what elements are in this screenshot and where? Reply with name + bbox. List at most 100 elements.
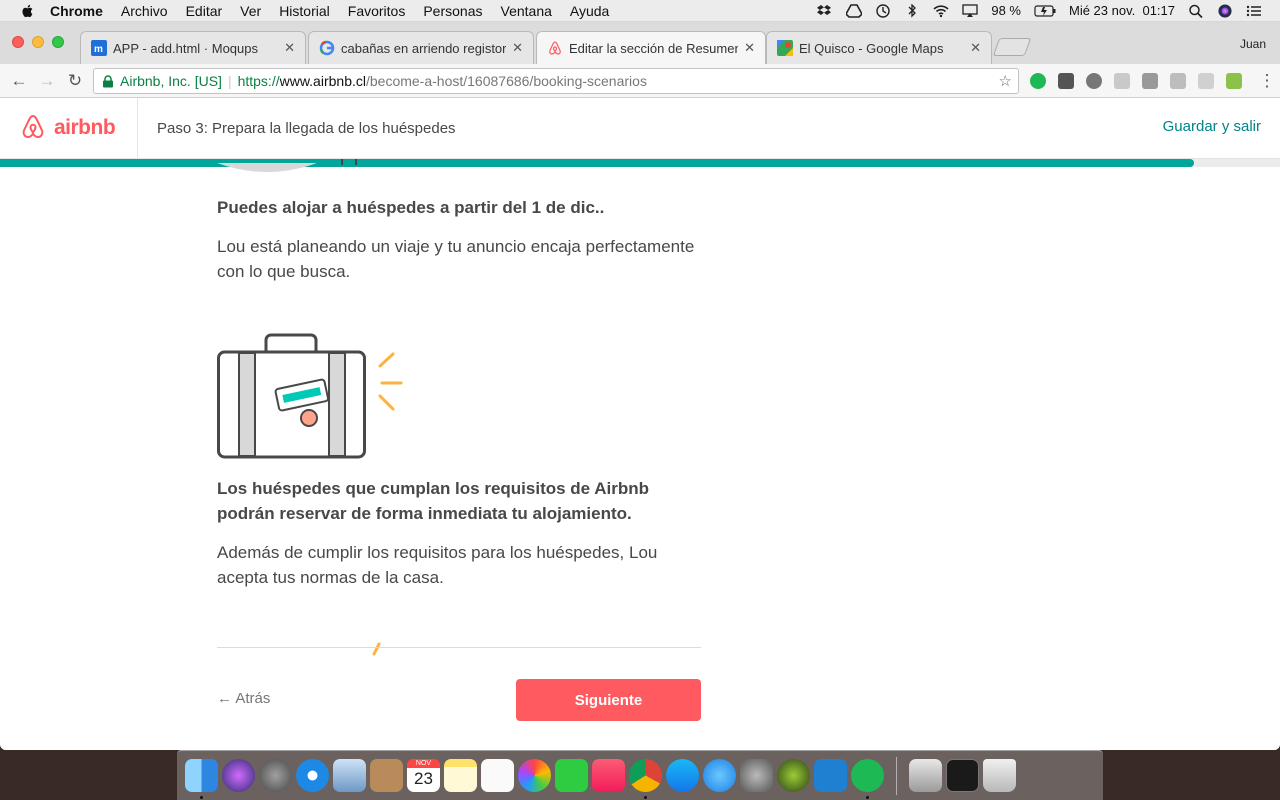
browser-window: m APP - add.html · Moqups ✕ cabañas en a…	[0, 22, 1280, 750]
calendar-month: NOV	[407, 759, 440, 768]
chrome-menu-icon[interactable]: ⋮	[1258, 72, 1276, 90]
itunes-icon[interactable]	[592, 759, 625, 792]
notes-icon[interactable]	[444, 759, 477, 792]
menu-bar: Chrome Archivo Editar Ver Historial Favo…	[0, 0, 1280, 22]
notification-center-icon[interactable]	[1246, 4, 1262, 18]
qgis-icon[interactable]	[777, 759, 810, 792]
progress-bar	[0, 159, 1280, 167]
brand-wordmark: airbnb	[54, 116, 116, 139]
chrome-icon[interactable]	[629, 759, 662, 799]
reload-icon[interactable]: ↻	[66, 71, 84, 90]
contacts-icon[interactable]	[370, 759, 403, 792]
angular-extension-icon[interactable]	[1114, 73, 1130, 89]
trash-icon[interactable]	[983, 759, 1016, 792]
section-body: Lou está planeando un viaje y tu anuncio…	[217, 237, 695, 281]
siri-icon[interactable]	[222, 759, 255, 792]
apple-menu-icon[interactable]	[20, 3, 36, 19]
photos-icon[interactable]	[518, 759, 551, 792]
google-icon	[319, 40, 335, 56]
messages-icon[interactable]	[703, 759, 736, 792]
minimize-window-button[interactable]	[32, 36, 44, 48]
system-preferences-icon[interactable]	[740, 759, 773, 792]
page-footer: ← Atrás Siguiente	[217, 647, 701, 750]
wifi-icon[interactable]	[933, 4, 949, 18]
tab-close-icon[interactable]: ✕	[284, 40, 295, 56]
finder-icon[interactable]	[185, 759, 218, 799]
menu-favoritos[interactable]: Favoritos	[348, 3, 406, 19]
tab-close-icon[interactable]: ✕	[512, 40, 523, 56]
back-arrow-icon: ←	[217, 690, 236, 707]
downloads-stack-icon[interactable]	[909, 759, 942, 792]
pocket-icon[interactable]	[1058, 73, 1074, 89]
tab-moqups[interactable]: m APP - add.html · Moqups ✕	[80, 31, 306, 64]
fullscreen-window-button[interactable]	[52, 36, 64, 48]
forward-arrow-icon[interactable]: →	[38, 71, 56, 90]
battery-icon[interactable]	[1034, 4, 1056, 18]
menubar-clock[interactable]: Mié 23 nov. 01:17	[1069, 3, 1175, 18]
menu-personas[interactable]: Personas	[423, 3, 482, 19]
spotify-icon[interactable]	[851, 759, 884, 799]
moqups-icon: m	[91, 40, 107, 56]
menu-ventana[interactable]: Ventana	[501, 3, 552, 19]
menu-historial[interactable]: Historial	[279, 3, 330, 19]
booking-scenarios: Puedes alojar a huéspedes a partir del 1…	[217, 159, 701, 658]
airplay-icon[interactable]	[962, 3, 979, 18]
menu-editar[interactable]: Editar	[186, 3, 223, 19]
battery-percent[interactable]: 98 %	[991, 3, 1021, 18]
launchpad-icon[interactable]	[259, 759, 292, 792]
google-drive-icon[interactable]	[846, 3, 863, 18]
back-label: Atrás	[235, 690, 271, 707]
airbnb-logo[interactable]: airbnb	[0, 97, 138, 159]
tab-google-search[interactable]: cabañas en arriendo registor - ✕	[308, 31, 534, 64]
back-link[interactable]: ← Atrás	[217, 690, 270, 707]
extension-green-icon[interactable]	[1030, 73, 1046, 89]
siri-icon[interactable]	[1217, 3, 1233, 18]
save-and-exit-link[interactable]: Guardar y salir	[1163, 118, 1261, 135]
bookmark-star-icon[interactable]: ☆	[999, 72, 1012, 90]
section-heading: Puedes alojar a huéspedes a partir del 1…	[217, 198, 605, 217]
terminal-stack-icon[interactable]	[946, 759, 979, 792]
page-content: airbnb Paso 3: Prepara la llegada de los…	[0, 97, 1280, 750]
sourcetree-icon[interactable]	[814, 759, 847, 792]
calendar-day: 23	[414, 769, 433, 788]
close-window-button[interactable]	[12, 36, 24, 48]
profile-name[interactable]: Juan	[1240, 37, 1266, 51]
menu-app-name[interactable]: Chrome	[50, 3, 103, 19]
url-host: www.airbnb.cl	[279, 73, 366, 89]
crown-extension-icon[interactable]	[1226, 73, 1242, 89]
mail-icon[interactable]	[333, 759, 366, 792]
bluetooth-icon[interactable]	[904, 3, 920, 18]
drive-extension-icon[interactable]	[1198, 73, 1214, 89]
progress-bar-fill	[0, 159, 1195, 167]
angular-inspector-icon[interactable]	[1142, 73, 1158, 89]
calendar-illustration	[217, 159, 357, 172]
url-path: /become-a-host/16087686/booking-scenario…	[365, 73, 647, 89]
app-store-icon[interactable]	[666, 759, 699, 792]
reminders-icon[interactable]	[481, 759, 514, 792]
address-bar[interactable]: Airbnb, Inc. [US] | https:// www.airbnb.…	[93, 68, 1019, 94]
tab-title: APP - add.html · Moqups	[113, 40, 258, 56]
menu-archivo[interactable]: Archivo	[121, 3, 168, 19]
tab-title: cabañas en arriendo registor -	[341, 40, 507, 56]
spotlight-search-icon[interactable]	[1188, 4, 1204, 18]
menu-ver[interactable]: Ver	[240, 3, 261, 19]
page-header: airbnb Paso 3: Prepara la llegada de los…	[0, 97, 1280, 167]
menu-ayuda[interactable]: Ayuda	[570, 3, 609, 19]
lock-icon	[103, 74, 113, 87]
tab-airbnb-edit[interactable]: Editar la sección de Resumen d ✕	[536, 31, 766, 64]
tab-google-maps[interactable]: El Quisco - Google Maps ✕	[766, 31, 992, 64]
calendar-icon[interactable]: NOV 23	[407, 759, 440, 792]
tab-close-icon[interactable]: ✕	[970, 40, 981, 56]
dropbox-icon[interactable]	[817, 4, 833, 18]
next-button[interactable]: Siguiente	[516, 679, 701, 721]
back-arrow-icon[interactable]: ←	[10, 71, 28, 90]
tab-close-icon[interactable]: ✕	[744, 40, 755, 56]
time-machine-icon[interactable]	[875, 3, 891, 18]
cloud-extension-icon[interactable]	[1086, 73, 1102, 89]
new-tab-button[interactable]	[992, 38, 1032, 56]
facetime-icon[interactable]	[555, 759, 588, 792]
safari-icon[interactable]	[296, 759, 329, 792]
u-extension-icon[interactable]	[1170, 73, 1186, 89]
tab-title: El Quisco - Google Maps	[799, 40, 944, 56]
suitcase-illustration	[217, 333, 403, 459]
